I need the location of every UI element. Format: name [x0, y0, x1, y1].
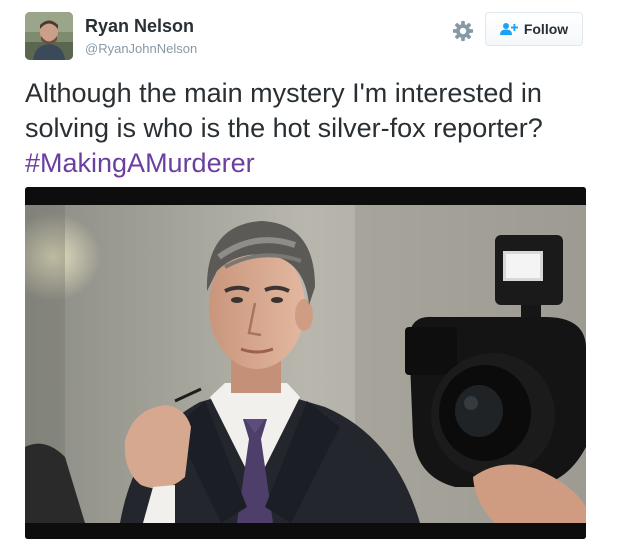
author-name[interactable]: Ryan Nelson — [85, 16, 194, 37]
author-handle[interactable]: @RyanJohnNelson — [85, 41, 197, 56]
tweet-text: Although the main mystery I'm interested… — [25, 76, 595, 181]
gear-icon[interactable] — [452, 20, 474, 42]
tweet-body: Although the main mystery I'm interested… — [25, 78, 543, 143]
follow-label: Follow — [523, 21, 569, 37]
follow-button[interactable]: Follow — [485, 12, 583, 46]
user-avatar-image — [25, 12, 73, 60]
avatar[interactable] — [25, 12, 73, 60]
hashtag-link[interactable]: #MakingAMurderer — [25, 148, 255, 178]
add-user-icon — [499, 23, 518, 35]
tweet-card: Ryan Nelson @RyanJohnNelson Follow Altho… — [0, 0, 618, 546]
reporter-photo — [25, 187, 586, 539]
tweet-photo[interactable] — [25, 187, 586, 539]
